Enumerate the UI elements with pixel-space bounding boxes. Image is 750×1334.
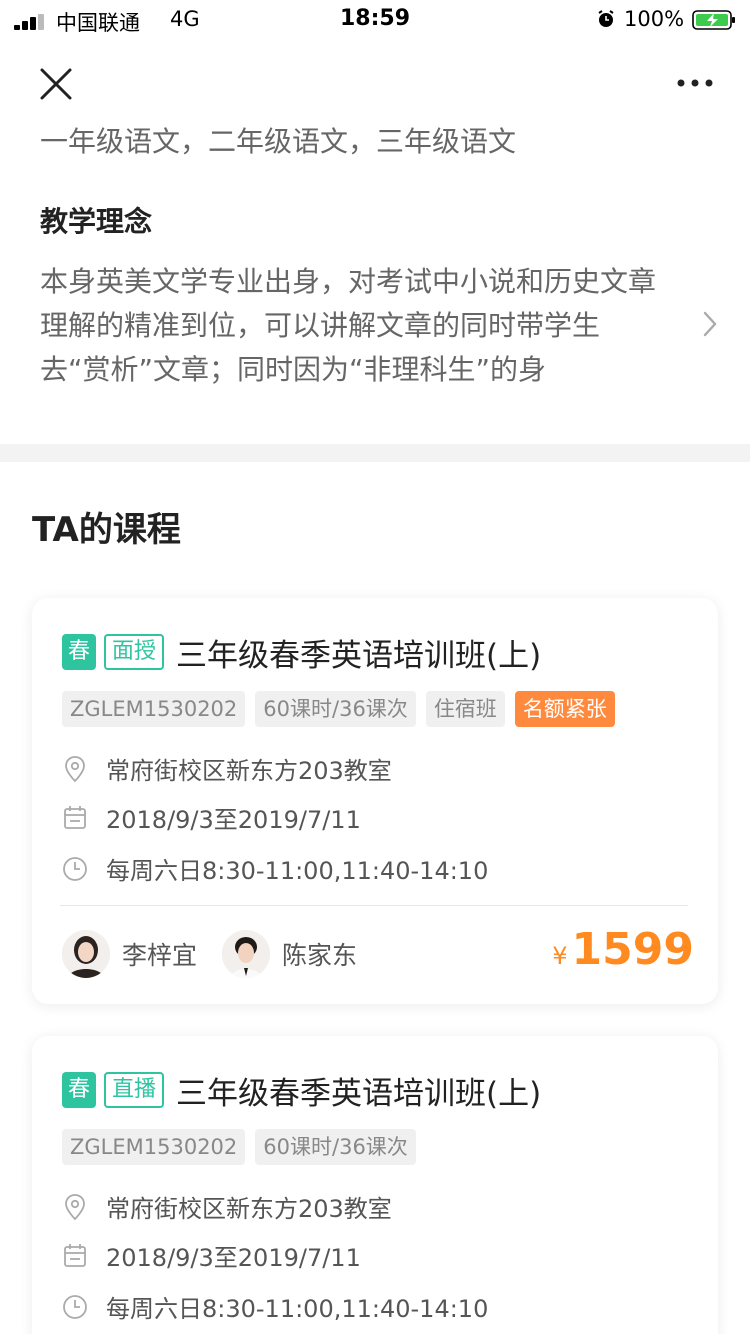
philosophy-text[interactable]: 本身英美文学专业出身，对考试中小说和历史文章理解的精准到位，可以讲解文章的同时带… bbox=[40, 260, 660, 392]
course-badges: ZGLEM1530202 60课时/36课次 bbox=[62, 1129, 426, 1165]
location-row: 常府街校区新东方203教室 bbox=[60, 751, 392, 786]
teacher-item[interactable]: 陈家东 bbox=[222, 930, 357, 978]
more-icon[interactable] bbox=[675, 76, 715, 90]
chevron-right-icon[interactable] bbox=[700, 310, 720, 338]
section-divider bbox=[0, 444, 750, 462]
course-name: 三年级春季英语培训班(上) bbox=[176, 1075, 542, 1112]
course-card[interactable]: 春 直播 三年级春季英语培训班(上) ZGLEM1530202 60课时/36课… bbox=[32, 1036, 718, 1334]
course-price: ¥ 1599 bbox=[552, 924, 694, 975]
battery-percent: 100% bbox=[624, 7, 685, 31]
season-tag: 春 bbox=[62, 634, 97, 670]
schedule-text: 每周六日8:30-11:00,11:40-14:10 bbox=[106, 857, 489, 885]
subjects-text: 一年级语文，二年级语文，三年级语文 bbox=[40, 125, 517, 158]
schedule-row: 每周六日8:30-11:00,11:40-14:10 bbox=[60, 851, 488, 886]
calendar-icon bbox=[64, 805, 86, 829]
course-hours-badge: 60课时/36课次 bbox=[255, 1129, 416, 1165]
location-pin-icon bbox=[65, 1193, 85, 1220]
course-title-row: 春 面授 三年级春季英语培训班(上) bbox=[62, 634, 541, 674]
location-text: 常府街校区新东方203教室 bbox=[106, 757, 392, 785]
mode-tag: 直播 bbox=[104, 1072, 165, 1108]
course-card[interactable]: 春 面授 三年级春季英语培训班(上) ZGLEM1530202 60课时/36课… bbox=[32, 598, 718, 1004]
date-range-text: 2018/9/3至2019/7/11 bbox=[106, 1244, 361, 1272]
status-bar: 中国联通 4G 18:59 100% bbox=[0, 0, 750, 40]
currency-symbol: ¥ bbox=[552, 942, 568, 970]
course-code-badge: ZGLEM1530202 bbox=[62, 1129, 246, 1165]
price-amount: 1599 bbox=[571, 924, 694, 975]
date-row: 2018/9/3至2019/7/11 bbox=[60, 800, 361, 835]
courses-title: TA的课程 bbox=[32, 510, 181, 550]
close-icon[interactable] bbox=[38, 66, 74, 102]
course-hours-badge: 60课时/36课次 bbox=[255, 691, 416, 727]
course-title-row: 春 直播 三年级春季英语培训班(上) bbox=[62, 1072, 541, 1112]
schedule-text: 每周六日8:30-11:00,11:40-14:10 bbox=[106, 1295, 489, 1323]
location-pin-icon bbox=[65, 755, 85, 782]
season-tag: 春 bbox=[62, 1072, 97, 1108]
alarm-icon bbox=[598, 10, 614, 27]
date-row: 2018/9/3至2019/7/11 bbox=[60, 1238, 361, 1273]
mode-tag: 面授 bbox=[104, 634, 165, 670]
course-code-badge: ZGLEM1530202 bbox=[62, 691, 246, 727]
philosophy-title: 教学理念 bbox=[40, 205, 153, 238]
clock-icon bbox=[63, 856, 87, 881]
schedule-row: 每周六日8:30-11:00,11:40-14:10 bbox=[60, 1289, 488, 1324]
avatar bbox=[62, 930, 110, 978]
course-name: 三年级春季英语培训班(上) bbox=[176, 637, 542, 674]
location-text: 常府街校区新东方203教室 bbox=[106, 1195, 392, 1223]
teacher-name: 陈家东 bbox=[282, 941, 358, 970]
avatar bbox=[222, 930, 270, 978]
status-badge: 名额紧张 bbox=[514, 691, 615, 727]
calendar-icon bbox=[64, 1243, 86, 1267]
course-type-badge: 住宿班 bbox=[425, 691, 505, 727]
battery-icon bbox=[692, 10, 735, 30]
course-badges: ZGLEM1530202 60课时/36课次 住宿班 名额紧张 bbox=[62, 691, 625, 727]
card-divider bbox=[60, 905, 688, 906]
clock-icon bbox=[63, 1294, 87, 1319]
location-row: 常府街校区新东方203教室 bbox=[60, 1189, 392, 1224]
date-range-text: 2018/9/3至2019/7/11 bbox=[106, 806, 361, 834]
teacher-name: 李梓宜 bbox=[122, 941, 198, 970]
teacher-item[interactable]: 李梓宜 bbox=[62, 930, 197, 978]
